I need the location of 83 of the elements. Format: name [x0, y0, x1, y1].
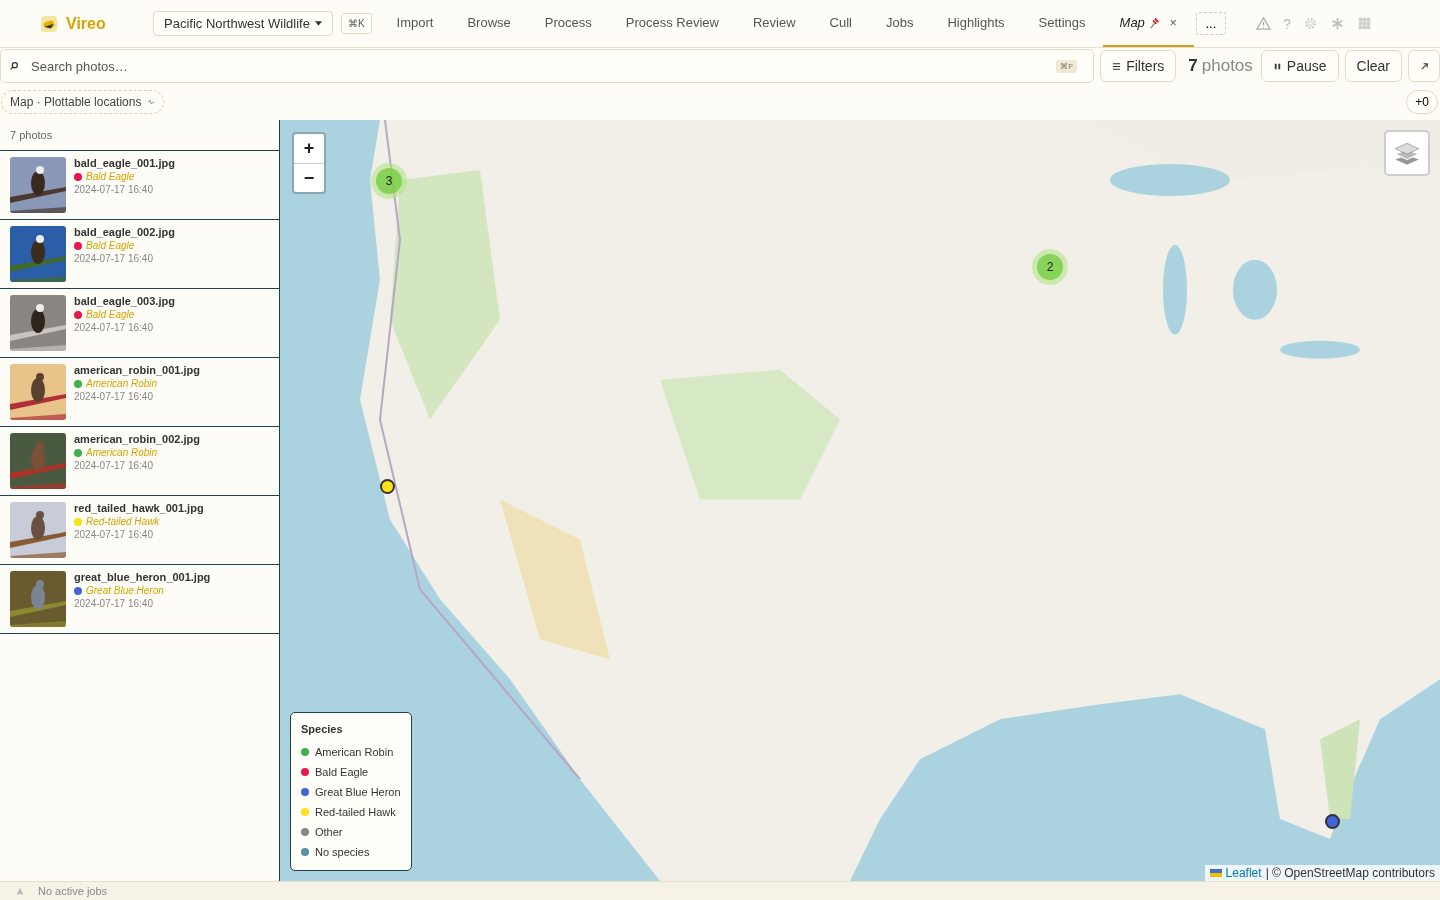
settings-icon[interactable]: [1302, 16, 1318, 31]
triangle-icon: [16, 887, 24, 895]
legend-label: No species: [315, 846, 370, 858]
cluster-marker[interactable]: 2: [1032, 249, 1068, 285]
species-name: Red-tailed Hawk: [86, 516, 160, 527]
file-name: bald_eagle_001.jpg: [74, 157, 175, 169]
flag-icon: [1209, 869, 1222, 877]
legend-label: Other: [315, 826, 343, 838]
nav-tab[interactable]: Map ×: [1102, 0, 1194, 47]
menu-icon: [1112, 61, 1122, 71]
file-name: bald_eagle_002.jpg: [74, 226, 175, 238]
photo-list-item[interactable]: bald_eagle_002.jpg Bald Eagle 2024-07-17 16:40: [0, 220, 279, 289]
legend-title: Species: [301, 723, 344, 735]
search-field[interactable]: Search photos… ⌘F: [0, 49, 1095, 83]
leaflet-link[interactable]: Leaflet: [1225, 866, 1262, 880]
species-name: Great Blue Heron: [86, 585, 164, 596]
pin-icon: [1147, 16, 1161, 29]
nav-tab[interactable]: Import: [379, 0, 451, 47]
photo-list-item[interactable]: great_blue_heron_001.jpg Great Blue Heron 2024-07-17 16:40: [0, 565, 279, 634]
filters-button[interactable]: Filters: [1100, 50, 1177, 82]
zoom-out-button[interactable]: −: [294, 163, 324, 192]
warning-icon[interactable]: [1255, 16, 1271, 31]
species-name: American Robin: [86, 378, 158, 389]
more-tabs-button[interactable]: ...: [1195, 12, 1226, 35]
attribution-text: | © OpenStreetMap contributors: [1265, 866, 1435, 880]
photo-date: 2024-07-17 16:40: [74, 460, 154, 471]
legend-label: Bald Eagle: [315, 766, 369, 778]
search-icon: [9, 61, 19, 71]
file-name: american_robin_002.jpg: [74, 433, 200, 445]
photo-date: 2024-07-17 16:40: [74, 529, 154, 540]
photo-date: 2024-07-17 16:40: [74, 598, 154, 609]
photo-list-item[interactable]: bald_eagle_003.jpg Bald Eagle 2024-07-17 16:40: [0, 289, 279, 358]
close-tab-button[interactable]: ×: [1169, 15, 1177, 30]
nav-tab[interactable]: Settings: [1021, 0, 1103, 47]
pause-icon: [1272, 61, 1282, 71]
clear-button[interactable]: Clear: [1344, 50, 1402, 82]
photo-count-label: photos: [1201, 56, 1253, 76]
file-name: red_tailed_hawk_001.jpg: [74, 502, 204, 514]
layers-button[interactable]: [1384, 130, 1430, 176]
species-name: American Robin: [86, 447, 158, 458]
grid-icon[interactable]: [1356, 16, 1372, 31]
command-shortcut-button[interactable]: ⌘K: [340, 13, 372, 34]
photo-date: 2024-07-17 16:40: [74, 391, 154, 402]
offset-badge[interactable]: +0: [1406, 90, 1438, 114]
photo-list-item[interactable]: red_tailed_hawk_001.jpg Red-tailed Hawk 2024-07-17 16:40: [0, 496, 279, 565]
pause-button[interactable]: Pause: [1260, 50, 1339, 82]
bird-logo-icon: [40, 14, 58, 33]
photo-date: 2024-07-17 16:40: [74, 322, 154, 333]
species-name: Bald Eagle: [86, 309, 135, 320]
photo-date: 2024-07-17 16:40: [74, 253, 154, 264]
photo-list-item[interactable]: american_robin_002.jpg American Robin 2024-07-17 16:40: [0, 427, 279, 496]
species-name: Bald Eagle: [86, 171, 135, 182]
project-selector[interactable]: Pacific Northwest Wildlife: [153, 11, 333, 36]
search-input[interactable]: Search photos…: [31, 52, 1045, 80]
caret-icon: [314, 21, 322, 26]
expand-icon: [1419, 61, 1429, 71]
photo-date: 2024-07-17 16:40: [74, 184, 154, 195]
photo-count: 7: [1188, 56, 1198, 76]
shortcut-hint: ⌘F: [1056, 59, 1078, 73]
asterisk-icon[interactable]: [1329, 16, 1345, 31]
photo-list-item[interactable]: american_robin_001.jpg American Robin 2024-07-17 16:40: [0, 358, 279, 427]
species-name: Bald Eagle: [86, 240, 135, 251]
app-name: Vireo: [66, 14, 106, 33]
file-name: american_robin_001.jpg: [74, 364, 200, 376]
zoom-in-button[interactable]: +: [294, 134, 324, 163]
nav-tab[interactable]: Process: [527, 0, 609, 47]
legend-label: American Robin: [315, 746, 394, 758]
status-text: No active jobs: [38, 885, 108, 897]
nav-tab[interactable]: Browse: [450, 0, 528, 47]
legend-label: Great Blue Heron: [315, 786, 401, 798]
nav-tab[interactable]: Highlights: [930, 0, 1022, 47]
photo-list-item[interactable]: bald_eagle_001.jpg Bald Eagle 2024-07-17 16:40: [0, 151, 279, 220]
expand-button[interactable]: [1408, 50, 1440, 82]
nav-tab[interactable]: Jobs: [869, 0, 931, 47]
file-name: bald_eagle_003.jpg: [74, 295, 175, 307]
cluster-marker[interactable]: 3: [371, 163, 407, 199]
photo-count-label: 7 photos: [0, 120, 279, 151]
nav-tab[interactable]: Cull: [812, 0, 869, 47]
nav-tab[interactable]: Process Review: [608, 0, 736, 47]
legend-label: Red-tailed Hawk: [315, 806, 396, 818]
squiggle-icon: [147, 99, 156, 105]
nav-tab[interactable]: Review: [736, 0, 813, 47]
file-name: great_blue_heron_001.jpg: [74, 571, 211, 583]
